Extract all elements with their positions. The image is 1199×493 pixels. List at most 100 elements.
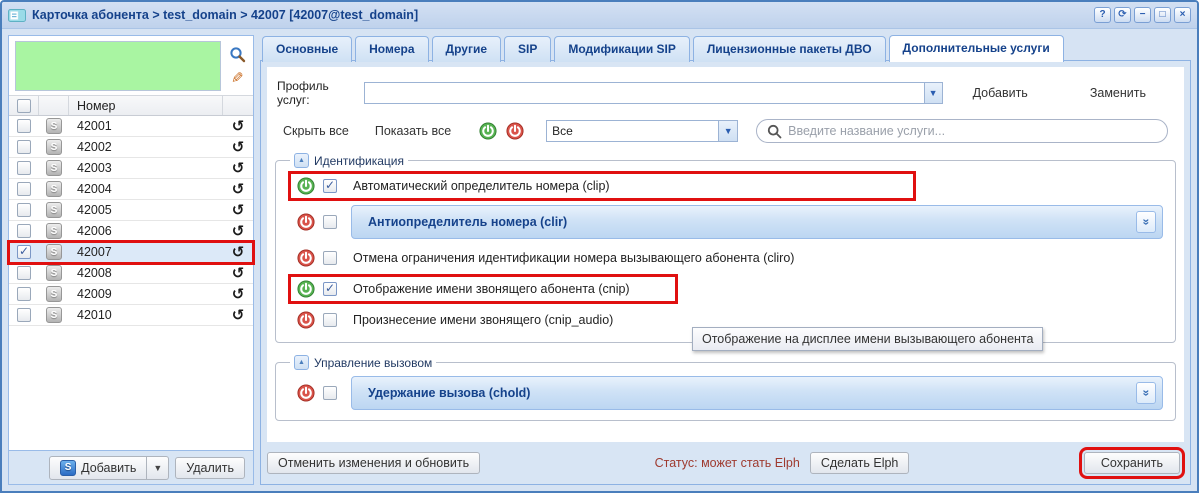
row-checkbox[interactable] bbox=[17, 287, 31, 301]
refresh-button[interactable]: ⟳ bbox=[1114, 7, 1131, 23]
magnifier-icon bbox=[768, 124, 782, 138]
tab-sip[interactable]: SIP bbox=[504, 36, 552, 62]
number-label[interactable]: 42003 bbox=[69, 161, 223, 175]
chevron-down-icon[interactable]: ▼ bbox=[923, 82, 943, 104]
row-checkbox[interactable] bbox=[17, 266, 31, 280]
history-column-header bbox=[223, 96, 253, 115]
power-off-icon[interactable] bbox=[297, 213, 315, 231]
number-row[interactable]: S 42009 ↺ bbox=[9, 284, 253, 305]
row-checkbox[interactable] bbox=[17, 182, 31, 196]
cancel-refresh-button[interactable]: Отменить изменения и обновить bbox=[267, 452, 481, 474]
history-icon[interactable]: ↺ bbox=[232, 139, 245, 155]
delete-number-button[interactable]: Удалить bbox=[175, 456, 245, 479]
history-icon[interactable]: ↺ bbox=[232, 307, 245, 323]
service-search-input[interactable] bbox=[788, 124, 1157, 138]
number-label[interactable]: 42010 bbox=[69, 308, 223, 322]
select-all-checkbox[interactable] bbox=[16, 98, 31, 113]
service-row-cliro[interactable]: Отмена ограничения идентификации номера … bbox=[288, 243, 1167, 273]
number-row[interactable]: S 42004 ↺ bbox=[9, 179, 253, 200]
history-icon[interactable]: ↺ bbox=[232, 265, 245, 281]
service-row-cnip[interactable]: Отображение имени звонящего абонента (cn… bbox=[288, 274, 678, 304]
history-icon[interactable]: ↺ bbox=[232, 118, 245, 134]
add-number-button[interactable]: S Добавить bbox=[49, 455, 148, 480]
power-off-filter-icon[interactable] bbox=[506, 122, 524, 140]
hide-all-button[interactable]: Скрыть все bbox=[283, 124, 349, 138]
tab-main[interactable]: Основные bbox=[262, 36, 353, 62]
tab-license-packages[interactable]: Лицензионные пакеты ДВО bbox=[692, 36, 886, 62]
maximize-button[interactable]: □ bbox=[1154, 7, 1171, 23]
power-on-icon[interactable] bbox=[297, 177, 315, 195]
number-row[interactable]: S 42010 ↺ bbox=[9, 305, 253, 326]
search-button[interactable] bbox=[225, 42, 249, 66]
power-off-icon[interactable] bbox=[297, 311, 315, 329]
collapse-icon[interactable]: ▲ bbox=[294, 355, 309, 370]
number-label[interactable]: 42001 bbox=[69, 119, 223, 133]
profile-input[interactable] bbox=[364, 82, 924, 104]
service-checkbox[interactable] bbox=[323, 313, 337, 327]
row-checkbox[interactable] bbox=[17, 119, 31, 133]
history-icon[interactable]: ↺ bbox=[232, 244, 245, 260]
tab-numbers[interactable]: Номера bbox=[355, 36, 429, 62]
collapse-icon[interactable]: ▲ bbox=[294, 153, 309, 168]
service-label: Удержание вызова (chold) bbox=[368, 386, 531, 400]
add-number-dropdown-button[interactable]: ▼ bbox=[147, 455, 170, 480]
row-checkbox[interactable] bbox=[17, 224, 31, 238]
profile-replace-button[interactable]: Заменить bbox=[1090, 86, 1146, 100]
number-label[interactable]: 42002 bbox=[69, 140, 223, 154]
expand-more-icon[interactable]: » bbox=[1136, 382, 1156, 404]
minimize-button[interactable]: − bbox=[1134, 7, 1151, 23]
number-label[interactable]: 42004 bbox=[69, 182, 223, 196]
history-icon[interactable]: ↺ bbox=[232, 223, 245, 239]
expand-more-icon[interactable]: » bbox=[1136, 211, 1156, 233]
power-on-icon[interactable] bbox=[297, 280, 315, 298]
number-label[interactable]: 42006 bbox=[69, 224, 223, 238]
service-checkbox[interactable] bbox=[323, 386, 337, 400]
power-on-filter-icon[interactable] bbox=[479, 122, 497, 140]
number-label[interactable]: 42008 bbox=[69, 266, 223, 280]
service-bar[interactable]: Антиопределитель номера (clir) » bbox=[351, 205, 1163, 239]
service-checkbox[interactable] bbox=[323, 251, 337, 265]
profile-add-button[interactable]: Добавить bbox=[973, 86, 1028, 100]
number-row[interactable]: S 42001 ↺ bbox=[9, 116, 253, 137]
history-icon[interactable]: ↺ bbox=[232, 286, 245, 302]
show-all-button[interactable]: Показать все bbox=[375, 124, 451, 138]
number-label[interactable]: 42005 bbox=[69, 203, 223, 217]
power-off-icon[interactable] bbox=[297, 249, 315, 267]
number-row[interactable]: S 42008 ↺ bbox=[9, 263, 253, 284]
number-row-selected[interactable]: S 42007 ↺ bbox=[7, 240, 255, 265]
help-button[interactable]: ? bbox=[1094, 7, 1111, 23]
service-bar[interactable]: Удержание вызова (chold) » bbox=[351, 376, 1163, 410]
edit-button[interactable]: ✎ bbox=[225, 66, 249, 90]
number-label[interactable]: 42009 bbox=[69, 287, 223, 301]
row-checkbox[interactable] bbox=[17, 244, 31, 259]
history-icon[interactable]: ↺ bbox=[232, 181, 245, 197]
service-checkbox[interactable] bbox=[323, 215, 337, 229]
number-row[interactable]: S 42003 ↺ bbox=[9, 158, 253, 179]
service-search-field[interactable] bbox=[756, 119, 1168, 143]
quick-search-input[interactable] bbox=[15, 41, 221, 91]
save-button[interactable]: Сохранить bbox=[1078, 447, 1185, 479]
close-button[interactable]: × bbox=[1174, 7, 1191, 23]
tab-other[interactable]: Другие bbox=[431, 36, 501, 62]
number-row[interactable]: S 42006 ↺ bbox=[9, 221, 253, 242]
row-checkbox[interactable] bbox=[17, 140, 31, 154]
category-filter-select[interactable]: Все ▼ bbox=[546, 120, 739, 142]
sip-terminal-icon: S bbox=[46, 202, 62, 218]
number-row[interactable]: S 42002 ↺ bbox=[9, 137, 253, 158]
power-off-icon[interactable] bbox=[297, 384, 315, 402]
make-elph-button[interactable]: Сделать Elph bbox=[809, 452, 910, 474]
history-icon[interactable]: ↺ bbox=[232, 202, 245, 218]
row-checkbox[interactable] bbox=[17, 203, 31, 217]
number-label[interactable]: 42007 bbox=[69, 245, 223, 259]
number-column-header[interactable]: Номер bbox=[69, 96, 223, 115]
service-checkbox[interactable] bbox=[323, 178, 337, 193]
history-icon[interactable]: ↺ bbox=[232, 160, 245, 176]
profile-combobox[interactable]: ▼ bbox=[364, 82, 943, 104]
row-checkbox[interactable] bbox=[17, 161, 31, 175]
row-checkbox[interactable] bbox=[17, 308, 31, 322]
number-row[interactable]: S 42005 ↺ bbox=[9, 200, 253, 221]
service-checkbox[interactable] bbox=[323, 281, 337, 296]
tab-additional-services[interactable]: Дополнительные услуги bbox=[888, 35, 1064, 62]
tab-sip-modifications[interactable]: Модификации SIP bbox=[554, 36, 690, 62]
service-row-clip[interactable]: Автоматический определитель номера (clip… bbox=[288, 171, 916, 201]
